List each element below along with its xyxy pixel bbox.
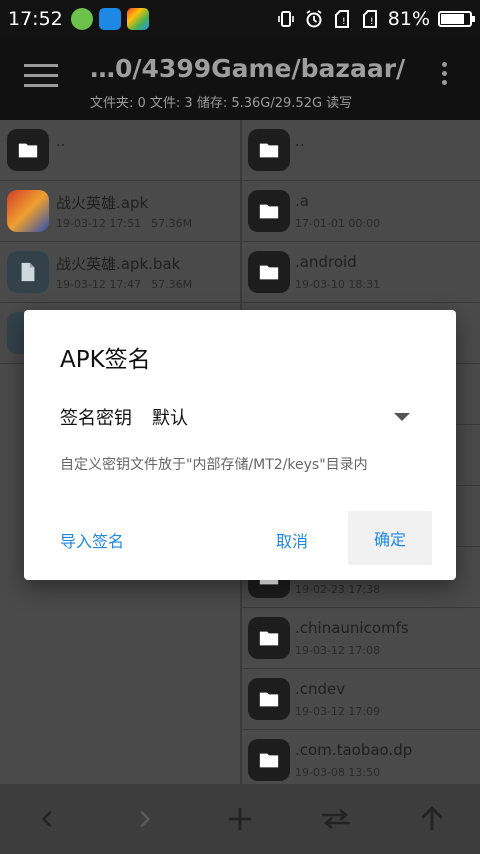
file-name: .a	[295, 192, 309, 210]
app-notification-icon	[70, 8, 93, 30]
cancel-button[interactable]: 取消	[276, 528, 308, 552]
file-date: 19-02-23 17:38	[295, 583, 381, 596]
file-name: ..	[56, 132, 66, 150]
battery-percent: 81%	[387, 8, 430, 30]
file-date: 19-03-12 17:47	[56, 278, 142, 291]
battery-icon	[438, 11, 475, 27]
swap-panes-button[interactable]	[316, 799, 356, 839]
file-size: 57.36M	[151, 278, 193, 291]
screenshot-notification-icon	[98, 8, 121, 30]
vibrate-icon	[277, 11, 294, 27]
app-icon	[7, 190, 49, 232]
file-meta: 19-03-12 17:51 57.36M	[56, 217, 192, 230]
file-date: 19-03-08 13:50	[295, 766, 381, 779]
list-item[interactable]: .a 17-01-01 00:00	[242, 181, 480, 242]
plus-icon	[229, 808, 251, 830]
alarm-icon	[306, 10, 322, 28]
file-meta: 19-03-12 17:47 57.36M	[56, 278, 192, 291]
dialog-hint: 自定义密钥文件放于"内部存储/MT2/keys"目录内	[60, 457, 368, 473]
bottom-action-bar	[0, 784, 480, 854]
up-directory-button[interactable]	[412, 799, 452, 839]
list-item[interactable]: .com.taobao.dp 19-03-08 13:50	[242, 730, 480, 784]
confirm-button[interactable]: 确定	[348, 511, 432, 565]
file-name: ..	[295, 132, 305, 150]
folder-icon	[248, 678, 290, 720]
file-name: .cndev	[295, 680, 346, 698]
path-info: 文件夹: 0 文件: 3 储存: 5.36G/29.52G 读写	[90, 96, 353, 111]
game-center-notification-icon	[126, 8, 149, 30]
more-options-button[interactable]	[438, 62, 450, 94]
file-date: 17-01-01 00:00	[295, 217, 381, 230]
signal-sim1-icon: !	[334, 10, 349, 28]
current-path: …0/4399Game/bazaar/	[90, 54, 406, 83]
swap-icon	[322, 809, 350, 829]
file-icon	[7, 251, 49, 293]
list-item[interactable]: ..	[0, 120, 240, 181]
list-item[interactable]: ..	[242, 120, 480, 181]
signal-sim2-icon: !	[362, 10, 377, 28]
list-item[interactable]: 战火英雄.apk.bak 19-03-12 17:47 57.36M	[0, 242, 240, 303]
file-name: 战火英雄.apk	[56, 194, 149, 212]
chevron-right-icon	[140, 810, 151, 828]
folder-icon	[248, 251, 290, 293]
status-time: 17:52	[8, 8, 63, 30]
file-name: .android	[295, 253, 357, 271]
app-toolbar: …0/4399Game/bazaar/ 文件夹: 0 文件: 3 储存: 5.3…	[0, 38, 480, 120]
list-item[interactable]: .cndev 19-03-12 17:09	[242, 669, 480, 730]
status-bar: 17:52 ! ! 81%	[0, 0, 480, 38]
folder-icon	[7, 129, 49, 171]
hamburger-icon	[24, 64, 58, 67]
signing-key-label: 签名密钥	[60, 408, 132, 429]
svg-text:!: !	[342, 17, 346, 27]
forward-button[interactable]	[124, 799, 164, 839]
back-button[interactable]	[28, 799, 68, 839]
chevron-left-icon	[41, 810, 52, 828]
import-signature-button[interactable]: 导入签名	[60, 528, 124, 552]
file-date: 19-03-10 18:31	[295, 278, 381, 291]
add-button[interactable]	[220, 799, 260, 839]
folder-icon	[248, 617, 290, 659]
file-date: 19-03-12 17:09	[295, 705, 381, 718]
file-date: 19-03-12 17:08	[295, 644, 381, 657]
list-item[interactable]: 战火英雄.apk 19-03-12 17:51 57.36M	[0, 181, 240, 242]
signing-key-select[interactable]: 默认	[152, 404, 188, 430]
file-size: 57.36M	[151, 217, 193, 230]
svg-text:!: !	[370, 17, 374, 27]
list-item[interactable]: .android 19-03-10 18:31	[242, 242, 480, 303]
arrow-up-icon	[421, 806, 443, 830]
folder-icon	[248, 190, 290, 232]
file-name: .com.taobao.dp	[295, 741, 413, 759]
file-date: 19-03-12 17:51	[56, 217, 142, 230]
menu-button[interactable]	[24, 64, 58, 90]
list-item[interactable]: .chinaunicomfs 19-03-12 17:08	[242, 608, 480, 669]
folder-icon	[248, 129, 290, 171]
file-name: 战火英雄.apk.bak	[56, 255, 181, 273]
folder-icon	[248, 739, 290, 781]
dropdown-arrow-icon[interactable]	[394, 413, 410, 421]
file-name: .chinaunicomfs	[295, 619, 409, 637]
apk-sign-dialog: APK签名 签名密钥 默认 自定义密钥文件放于"内部存储/MT2/keys"目录…	[24, 310, 456, 580]
dialog-title: APK签名	[60, 347, 151, 373]
